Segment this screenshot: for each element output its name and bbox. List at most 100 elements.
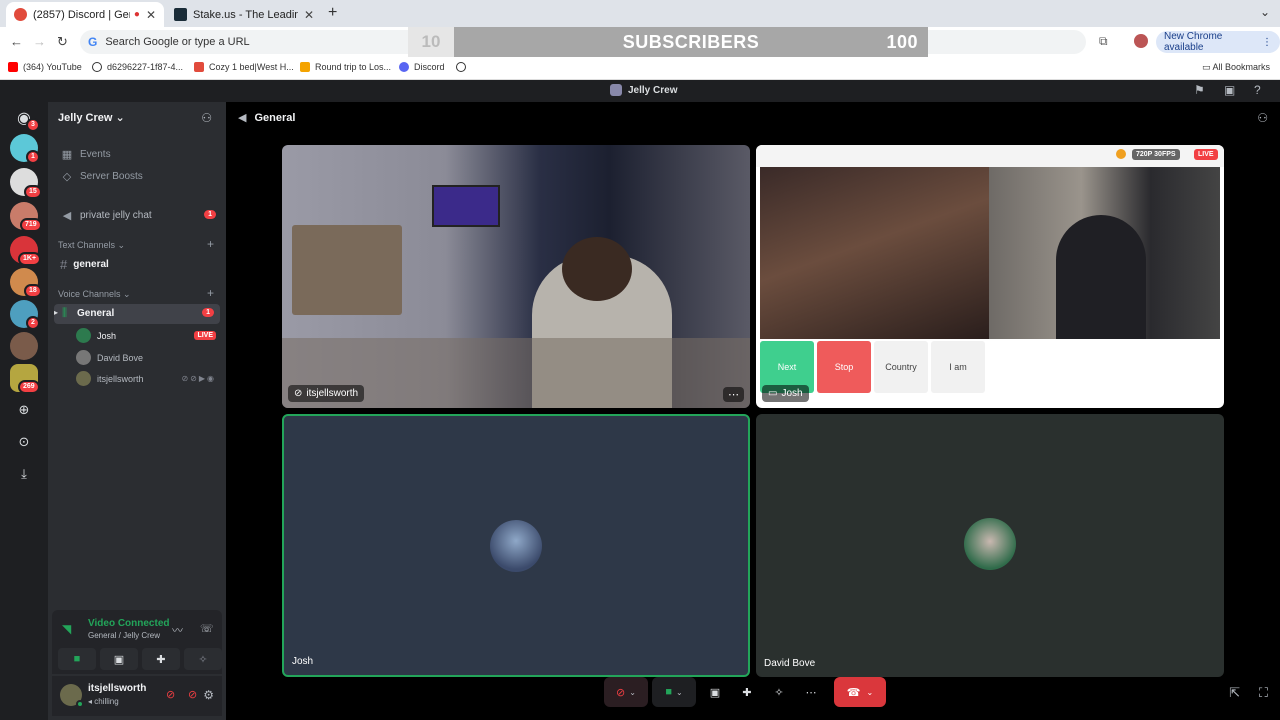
voice-user-david[interactable]: David Bove xyxy=(76,350,143,365)
gear-icon[interactable]: ⚙ xyxy=(203,688,214,702)
camera-button[interactable]: ■ ⌄ xyxy=(652,677,696,707)
activities-icon: ✚ xyxy=(156,653,166,666)
new-tab-button[interactable]: + xyxy=(328,4,337,22)
mute-button[interactable]: ⊘ ⌄ xyxy=(604,677,648,707)
caret-right-icon: ▸ xyxy=(54,308,59,317)
stream-stop-button: Stop xyxy=(817,341,871,393)
deafen-icon[interactable]: ⊘ xyxy=(188,688,197,701)
stage-channel-name: General xyxy=(254,111,296,124)
voice-category[interactable]: Voice Channels ⌄ xyxy=(58,289,131,300)
bookmark-trip[interactable]: Round trip to Los... xyxy=(300,62,391,72)
leave-call-button[interactable]: ☎ ⌄ xyxy=(834,677,886,707)
new-chrome-button[interactable]: New Chrome available ⋮ xyxy=(1156,31,1280,53)
server-7[interactable] xyxy=(10,332,38,360)
avatar xyxy=(76,371,91,386)
chevron-down-icon: ⌄ xyxy=(115,112,125,124)
folder-icon: ▭ xyxy=(1201,62,1213,72)
share-screen-button[interactable]: ▣ xyxy=(700,677,730,707)
globe-icon xyxy=(92,62,102,72)
bookmark-uuid[interactable]: d6296227-1f87-4... xyxy=(92,62,183,72)
tab-stake[interactable]: Stake.us - The Leading Social ✕ xyxy=(166,2,322,27)
voice-connected-subtitle: General / Jelly Crew xyxy=(88,631,161,640)
back-arrow-icon[interactable]: ← xyxy=(10,34,23,49)
download-icon[interactable]: ⤓ xyxy=(15,466,33,482)
boosts-item[interactable]: ◇ Server Boosts xyxy=(60,170,143,183)
events-item[interactable]: ▦ Events xyxy=(60,148,111,161)
add-text-channel-icon[interactable]: + xyxy=(207,237,214,251)
reload-icon[interactable]: ↻ xyxy=(57,34,68,50)
pop-out-icon[interactable]: ⇱ xyxy=(1229,685,1240,701)
more-options-icon[interactable]: ⋯ xyxy=(723,387,744,402)
tile-name: Josh xyxy=(292,656,314,667)
fullscreen-icon[interactable]: ⛶ xyxy=(1259,685,1268,701)
guild-header[interactable]: Jelly Crew ⌄ xyxy=(58,111,125,124)
video-tile-josh[interactable]: Josh xyxy=(282,414,750,677)
tile-label: ⊘ itsjellsworth xyxy=(288,385,365,402)
soundboard-button[interactable]: ✧ xyxy=(184,648,222,670)
video-toggle-button[interactable]: ■ xyxy=(58,648,96,670)
tile-name: David Bove xyxy=(764,658,816,669)
tab-search-chevron-icon[interactable]: ⌄ xyxy=(1260,5,1270,19)
disconnect-icon[interactable]: ☏ xyxy=(200,622,214,635)
chevron-down-icon: ⌄ xyxy=(866,687,874,697)
bookmark-label: (364) YouTube xyxy=(23,62,82,72)
server-badge: 269 xyxy=(18,380,40,394)
iam-label: I am xyxy=(949,362,967,372)
voice-channel-label: General xyxy=(77,308,115,319)
tab-discord[interactable]: (2857) Discord | General ● ✕ xyxy=(6,2,164,27)
voice-user-josh[interactable]: Josh xyxy=(76,328,116,343)
overlay-right-count: 100 xyxy=(886,31,918,52)
voice-channel-badge: 1 xyxy=(202,308,214,317)
explore-compass-icon[interactable]: ⊙ xyxy=(15,434,33,450)
close-icon[interactable]: ✕ xyxy=(304,8,314,22)
camera-icon: ■ xyxy=(665,686,672,698)
video-tile-itsjellsworth[interactable]: ⊘ itsjellsworth ⋯ xyxy=(282,145,750,408)
speaker-icon: ◀ xyxy=(238,112,247,124)
mic-muted-icon: ⊘ xyxy=(294,388,303,399)
activities-icon: ✚ xyxy=(742,686,752,699)
forward-arrow-icon[interactable]: → xyxy=(33,34,46,49)
voice-user-name: itsjellsworth xyxy=(97,373,144,384)
tile-label-text: itsjellsworth xyxy=(306,388,359,399)
server-badge: 3 xyxy=(26,118,40,132)
video-tile-david-bove[interactable]: David Bove xyxy=(756,414,1224,677)
boosts-label: Server Boosts xyxy=(80,171,143,182)
text-category[interactable]: Text Channels ⌄ xyxy=(58,240,125,251)
voice-connected-title: Video Connected xyxy=(88,618,170,629)
all-bookmarks[interactable]: ▭ All Bookmarks xyxy=(1202,62,1270,73)
head-shape xyxy=(562,237,632,301)
mute-mic-icon[interactable]: ⊘ xyxy=(166,688,175,701)
bookmark-youtube[interactable]: (364) YouTube xyxy=(8,62,82,72)
voice-status-icons: ⊘⊘▶◉ xyxy=(181,374,216,383)
bookmark-discord[interactable]: Discord xyxy=(399,62,445,72)
help-icon[interactable]: ? xyxy=(1254,83,1261,97)
flag-icon[interactable]: ⚑ xyxy=(1194,83,1205,97)
voice-activity-icon: ⫼ xyxy=(62,307,68,319)
screen-share-button[interactable]: ▣ xyxy=(100,648,138,670)
add-server-icon[interactable]: ⊕ xyxy=(15,402,33,418)
activities-button[interactable]: ✚ xyxy=(732,677,762,707)
voice-user-itsjellsworth[interactable]: itsjellsworth xyxy=(76,371,144,386)
invite-people-icon[interactable]: ⚇ xyxy=(201,111,212,125)
profile-avatar[interactable] xyxy=(1134,34,1148,48)
more-button[interactable]: ⋯ xyxy=(796,677,826,707)
add-voice-channel-icon[interactable]: + xyxy=(207,286,214,300)
bookmark-globe[interactable] xyxy=(456,62,471,72)
tile-label-text: Josh xyxy=(781,388,803,399)
activities-button[interactable]: ✚ xyxy=(142,648,180,670)
bookmark-cozy[interactable]: Cozy 1 bed|West H... xyxy=(194,62,294,72)
more-icon: ⋯ xyxy=(805,686,817,699)
video-tile-josh-stream[interactable]: 720P 30FPS LIVE Next Stop Country I am ▭… xyxy=(756,145,1224,408)
close-icon[interactable]: ✕ xyxy=(146,8,156,22)
server-badge: 1K+ xyxy=(18,252,42,266)
noise-suppression-icon[interactable]: 〰 xyxy=(172,622,183,638)
inbox-icon[interactable]: ▣ xyxy=(1224,83,1235,97)
members-icon[interactable]: ⚇ xyxy=(1257,111,1268,125)
channel-general-text[interactable]: # general xyxy=(60,257,109,272)
server-badge: 2 xyxy=(26,316,40,330)
soundboard-button[interactable]: ✧ xyxy=(764,677,794,707)
avatar xyxy=(76,328,91,343)
private-chat-item[interactable]: ◀ private jelly chat xyxy=(60,209,152,222)
extensions-puzzle-icon[interactable]: ⧉ xyxy=(1099,34,1108,49)
channel-general-voice[interactable]: ▸ ⫼ General 1 xyxy=(54,304,220,324)
